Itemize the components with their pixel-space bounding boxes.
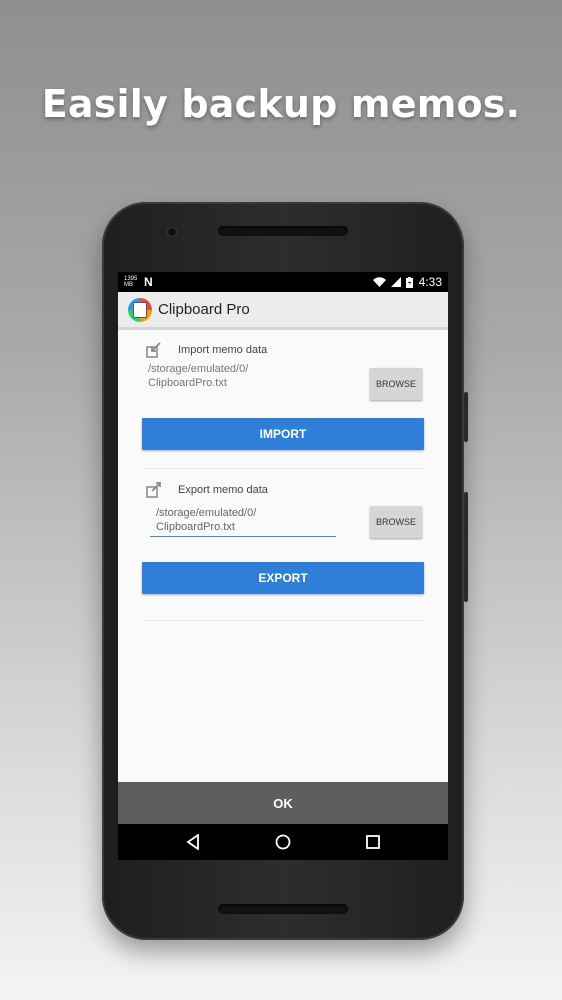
headline: Easily backup memos. (41, 82, 521, 126)
import-path-line2: ClipboardPro.txt (148, 377, 227, 389)
app-bar: Clipboard Pro (118, 292, 448, 330)
export-browse-button[interactable]: BROWSE (370, 506, 422, 538)
export-section: Export memo data /storage/emulated/0/ Cl… (142, 480, 424, 604)
import-button[interactable]: IMPORT (142, 418, 424, 450)
back-icon[interactable] (181, 830, 205, 854)
power-button (464, 492, 468, 602)
import-browse-button[interactable]: BROWSE (370, 368, 422, 400)
divider (142, 620, 424, 621)
volume-button (464, 392, 468, 442)
signal-icon (390, 277, 401, 287)
import-path-line1: /storage/emulated/0/ (148, 363, 249, 375)
front-camera (168, 228, 176, 236)
export-path-input[interactable]: /storage/emulated/0/ ClipboardPro.txt (150, 506, 336, 537)
wifi-icon (372, 277, 386, 287)
screen: 1395 MB N 4:33 Clipboard Pro Import memo… (118, 272, 448, 860)
clipboard-pro-app-icon (128, 297, 152, 322)
battery-icon (405, 276, 413, 288)
status-time: 4:33 (418, 275, 442, 289)
phone-frame: 1395 MB N 4:33 Clipboard Pro Import memo… (102, 202, 468, 940)
divider (142, 468, 424, 469)
export-label: Export memo data (178, 484, 268, 496)
recents-icon[interactable] (361, 830, 385, 854)
export-icon (146, 482, 162, 498)
n-icon: N (144, 275, 153, 289)
network-speed: 1395 MB (124, 276, 138, 288)
import-icon (146, 342, 162, 358)
status-bar: 1395 MB N 4:33 (118, 272, 448, 292)
import-path: /storage/emulated/0/ ClipboardPro.txt (148, 362, 248, 390)
ok-button[interactable]: OK (118, 782, 448, 824)
import-section: Import memo data /storage/emulated/0/ Cl… (142, 340, 424, 452)
home-icon[interactable] (271, 830, 295, 854)
top-speaker (218, 226, 348, 236)
export-button[interactable]: EXPORT (142, 562, 424, 594)
import-label: Import memo data (178, 344, 268, 356)
app-title: Clipboard Pro (158, 301, 250, 318)
export-path-line2: ClipboardPro.txt (156, 521, 235, 533)
export-path-line1: /storage/emulated/0/ (156, 507, 257, 519)
import-header: Import memo data (142, 340, 424, 360)
export-header: Export memo data (142, 480, 424, 500)
nav-bar (118, 824, 448, 860)
bottom-speaker (218, 904, 348, 914)
